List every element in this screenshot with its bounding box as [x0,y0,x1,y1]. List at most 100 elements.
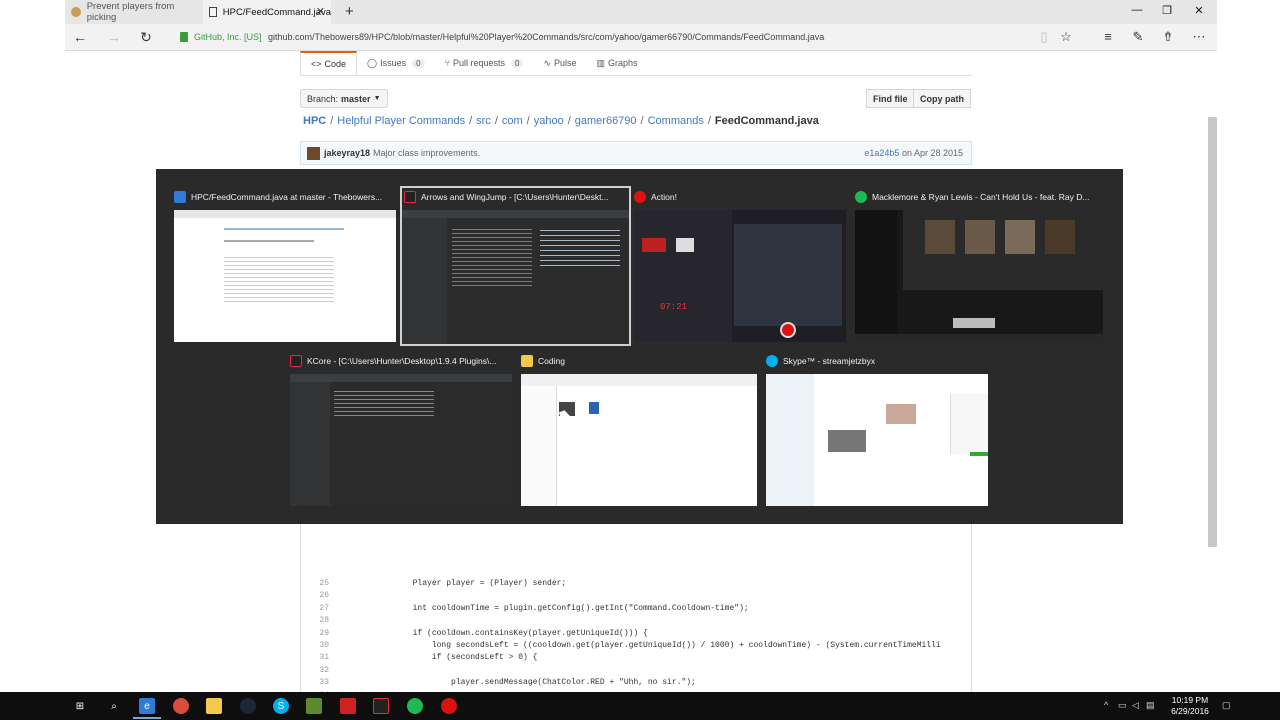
favorite-star-icon[interactable]: ☆ [1058,29,1074,45]
line-number[interactable]: 32 [301,666,329,675]
window-title-text: Coding [538,356,565,366]
branch-label: Branch: [307,93,339,104]
copy-path-button[interactable]: Copy path [913,89,971,108]
system-clock[interactable]: 10:19 PM 6/29/2016 [1164,695,1216,717]
tab-pull-requests[interactable]: ⑂ Pull requests 0 [435,51,534,75]
line-number[interactable]: 28 [301,616,329,625]
close-window-icon[interactable]: ✕ [1191,4,1207,17]
switcher-window-kcore[interactable]: KCore - [C:\Users\Hunter\Desktop\1.9.4 P… [290,352,512,506]
volume-icon[interactable]: ◁ [1132,700,1139,711]
find-file-button[interactable]: Find file [866,89,915,108]
issues-count: 0 [412,58,425,68]
recorder-icon[interactable] [340,698,356,714]
tab-title: Prevent players from picking [86,1,175,23]
breadcrumb-segment[interactable]: com [502,115,523,127]
thumb-code [334,388,434,418]
switcher-window-arrows-wingjump[interactable]: Arrows and WingJump - [C:\Users\Hunter\D… [400,186,631,346]
breadcrumb-repo[interactable]: HPC [303,115,326,127]
skype-icon [766,355,778,367]
page-scrollbar[interactable] [1208,117,1217,547]
reading-view-icon[interactable]: ▯ [1036,29,1052,45]
thumb-nav-pane [521,386,557,506]
action-center-icon[interactable]: ▢ [1222,700,1231,711]
switcher-window-action[interactable]: Action! 07:21 [634,188,846,342]
switcher-window-skype[interactable]: Skype™ - streamjetzbyx [766,352,988,506]
tab-divider [300,75,972,76]
tab-label: Graphs [608,58,638,68]
thumb-left-panel [634,210,732,342]
tab-graphs[interactable]: ▥ Graphs [587,51,648,75]
network-icon[interactable]: ▭ [1118,700,1127,711]
tab-issues[interactable]: ◯ Issues 0 [357,51,435,75]
tray-chevron-icon[interactable]: ^ [1104,700,1108,710]
more-icon[interactable]: ⋯ [1191,29,1207,45]
window-title: KCore - [C:\Users\Hunter\Desktop\1.9.4 P… [290,352,512,370]
branch-select-button[interactable]: Branch: master ▼ [300,89,388,108]
tab-label: Pulse [554,58,577,68]
forward-arrow-icon[interactable]: → [105,29,123,45]
minecraft-icon[interactable] [306,698,322,714]
commit-message[interactable]: Major class improvements. [373,148,480,158]
url-field[interactable]: github.com/Thebowers89/HPC/blob/master/H… [268,32,824,42]
search-icon[interactable]: ⌕ [106,698,122,714]
spotify-icon[interactable] [407,698,423,714]
browser-tab-prevent-players[interactable]: Prevent players from picking [65,0,203,24]
line-number[interactable]: 33 [301,678,329,687]
thumb-sidebar [855,210,897,342]
breadcrumb-segment[interactable]: gamer66790 [575,115,637,127]
chrome-icon[interactable] [173,698,189,714]
line-number[interactable]: 30 [301,641,329,650]
breadcrumb-separator: / [469,115,473,127]
commit-sha[interactable]: e1a24b5 [864,148,899,158]
switcher-window-spotify[interactable]: Macklemore & Ryan Lewis - Can't Hold Us … [855,188,1103,342]
code-line: 27 int cooldownTime = plugin.getConfig()… [301,604,973,616]
hub-icon[interactable]: ≡ [1100,29,1116,44]
pull-requests-count: 0 [511,58,524,68]
edge-icon[interactable]: e [139,698,155,714]
browser-tab-feedcommand[interactable]: HPC/FeedCommand.java ✕ [203,0,331,24]
window-thumbnail [402,210,629,344]
back-arrow-icon[interactable]: ← [71,29,89,45]
thumb-image [828,430,866,452]
steam-icon[interactable] [240,698,256,714]
line-number[interactable]: 31 [301,653,329,662]
thumb-player [855,334,1103,342]
skype-icon[interactable]: S [273,698,289,714]
web-note-icon[interactable]: ✎ [1130,29,1146,45]
share-icon[interactable]: ⇮ [1160,29,1176,45]
window-thumbnail: 07:21 [634,210,846,342]
thumb-file-icon [589,402,599,414]
action-record-icon[interactable] [441,698,457,714]
breadcrumb-segment[interactable]: src [476,115,491,127]
maximize-icon[interactable]: ❐ [1159,4,1175,17]
line-number[interactable]: 26 [301,591,329,600]
branch-name: master [341,93,371,104]
site-identity[interactable]: GitHub, Inc. [US] [194,32,262,42]
minimize-icon[interactable]: — [1129,4,1145,16]
breadcrumb-segment[interactable]: yahoo [534,115,564,127]
new-tab-icon[interactable]: + [345,3,354,20]
line-number[interactable]: 25 [301,579,329,588]
code-text: Player player = (Player) sender; [355,579,567,588]
thumb-chrome [174,210,396,218]
file-explorer-icon[interactable] [206,698,222,714]
windows-start-icon[interactable]: ⊞ [72,698,88,714]
tab-code[interactable]: <> Code [300,51,358,75]
code-text: if (secondsLeft > 0) { [355,653,538,663]
intellij-icon[interactable] [373,698,389,714]
refresh-icon[interactable]: ↻ [137,29,155,46]
commit-date: on Apr 28 2015 [901,148,963,158]
switcher-window-coding[interactable]: Coding [521,352,757,506]
line-number[interactable]: 27 [301,604,329,613]
breadcrumb-segment[interactable]: Helpful Player Commands [337,115,465,127]
tab-pulse[interactable]: ∿ Pulse [533,51,586,75]
switcher-window-edge[interactable]: HPC/FeedCommand.java at master - Thebowe… [174,188,396,342]
breadcrumb-segment[interactable]: Commands [648,115,704,127]
close-tab-icon[interactable]: ✕ [316,5,325,18]
commit-author[interactable]: jakeyray18 [324,148,370,158]
tab-label: Issues [380,58,407,68]
line-number[interactable]: 29 [301,629,329,638]
thumb-image [886,404,916,424]
notifications-icon[interactable]: ▤ [1146,700,1155,711]
avatar[interactable] [307,146,320,160]
